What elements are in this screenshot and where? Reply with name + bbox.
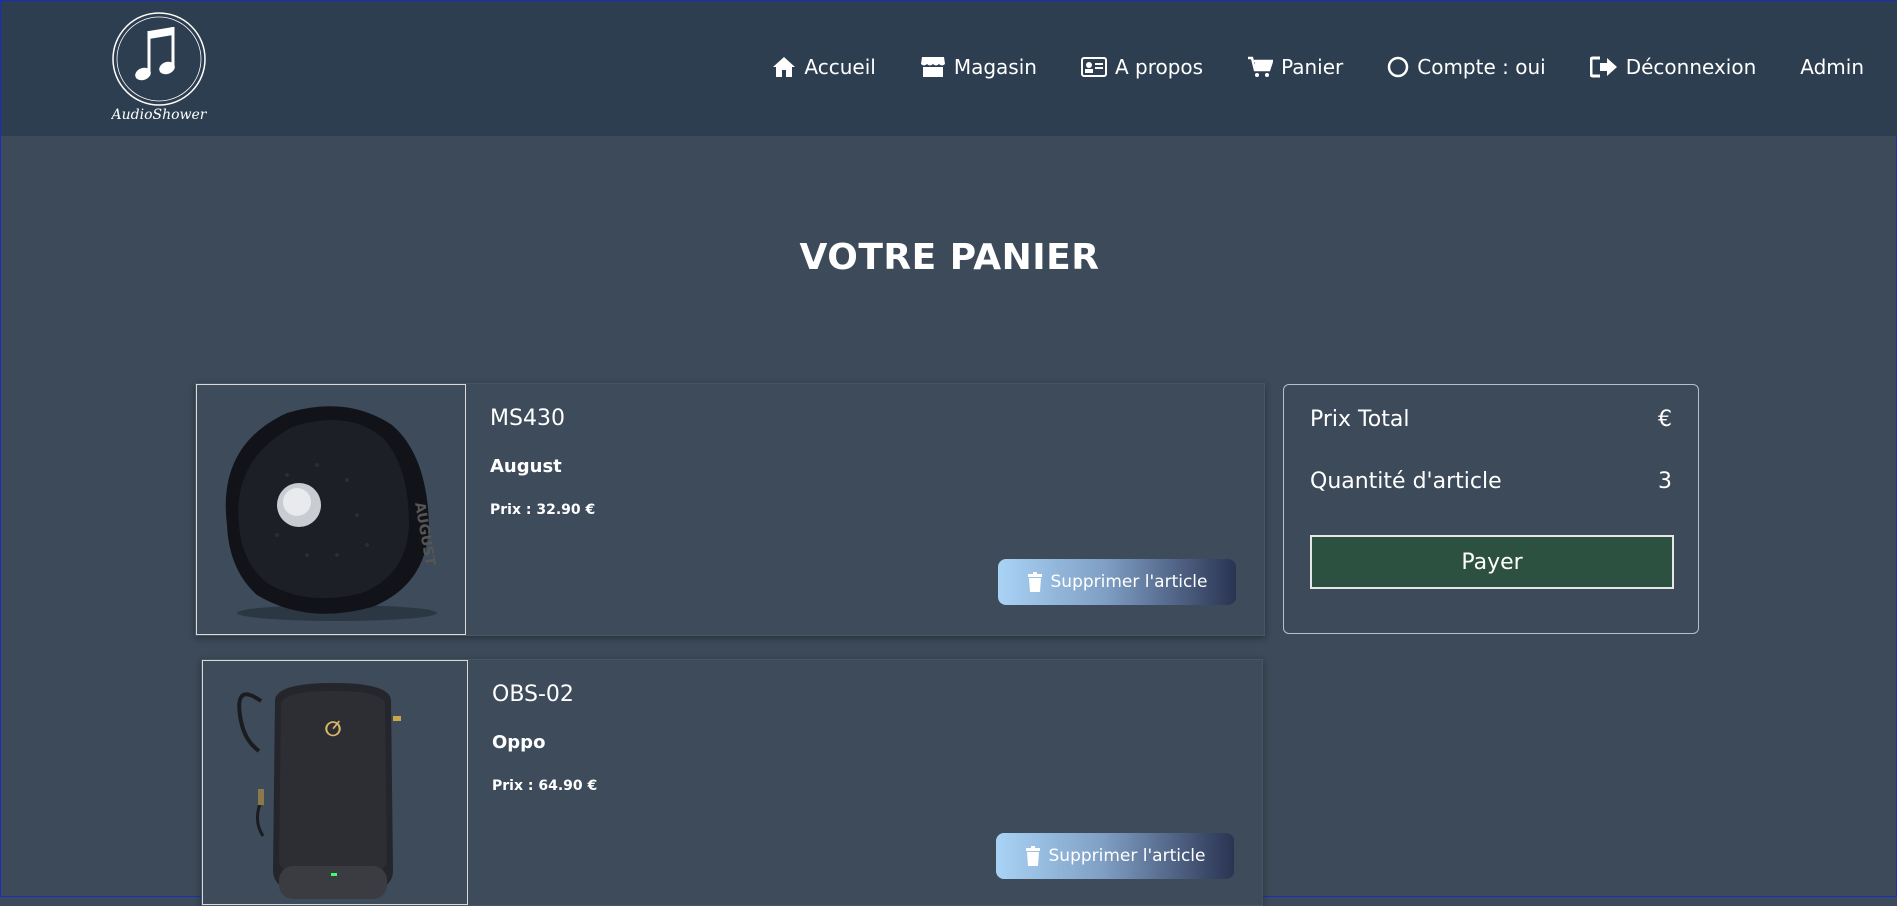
nav-account-label: Compte : oui xyxy=(1417,55,1546,79)
nav-about-label: A propos xyxy=(1114,55,1204,79)
delete-item-label: Supprimer l'article xyxy=(1048,846,1206,866)
nav-home-label: Accueil xyxy=(804,55,876,79)
home-icon xyxy=(773,57,796,77)
total-row: Prix Total € xyxy=(1310,407,1672,432)
cart-item: AUGUST MS430 August Prix : 32.90 € Suppr… xyxy=(195,383,1265,636)
circle-icon xyxy=(1388,56,1409,78)
nav-logout[interactable]: Déconnexion xyxy=(1589,55,1757,79)
nav-cart-label: Panier xyxy=(1281,55,1344,79)
total-label: Prix Total xyxy=(1310,407,1410,432)
nav-admin[interactable]: Admin xyxy=(1800,55,1864,79)
nav-home[interactable]: Accueil xyxy=(772,55,876,79)
nav-account[interactable]: Compte : oui xyxy=(1387,55,1546,79)
delete-item-button[interactable]: Supprimer l'article xyxy=(996,833,1234,879)
order-summary: Prix Total € Quantité d'article 3 Payer xyxy=(1283,384,1699,634)
quantity-row: Quantité d'article 3 xyxy=(1310,469,1672,494)
trash-icon xyxy=(1027,572,1042,592)
audioshower-logo[interactable]: AudioShower xyxy=(110,7,208,125)
svg-text:ⵚ: ⵚ xyxy=(324,717,342,741)
nav-admin-label: Admin xyxy=(1800,55,1864,79)
nav-shop-label: Magasin xyxy=(953,55,1037,79)
quantity-value: 3 xyxy=(1658,469,1672,494)
product-price: Prix : 32.90 € xyxy=(490,502,596,518)
total-value: € xyxy=(1658,407,1672,432)
delete-item-button[interactable]: Supprimer l'article xyxy=(998,559,1236,605)
brand-wordmark: AudioShower xyxy=(111,107,207,123)
page-title: VOTRE PANIER xyxy=(799,237,1100,278)
nav-cart[interactable]: Panier xyxy=(1247,55,1343,79)
product-image: ⵚ xyxy=(202,660,468,905)
delete-item-label: Supprimer l'article xyxy=(1050,572,1208,592)
trash-icon xyxy=(1025,846,1040,866)
nav-about[interactable]: A propos xyxy=(1080,55,1204,79)
main-nav: Accueil Magasin A propos Panier Compte :… xyxy=(728,55,1864,79)
product-image: AUGUST xyxy=(196,384,466,635)
pay-button[interactable]: Payer xyxy=(1310,535,1674,589)
product-brand: Oppo xyxy=(492,732,546,753)
product-brand: August xyxy=(490,456,562,477)
product-name: MS430 xyxy=(490,406,565,431)
store-icon xyxy=(920,57,945,77)
cart-icon xyxy=(1248,56,1274,77)
product-name: OBS-02 xyxy=(492,682,574,707)
site-header: AudioShower Accueil Magasin A propos Pan… xyxy=(1,1,1897,136)
quantity-label: Quantité d'article xyxy=(1310,469,1502,494)
product-price: Prix : 64.90 € xyxy=(492,778,598,794)
id-card-icon xyxy=(1080,57,1107,77)
cart-item: ⵚ OBS-02 Oppo Prix : 64.90 € Supprimer l… xyxy=(201,659,1263,906)
nav-shop[interactable]: Magasin xyxy=(920,55,1037,79)
sign-out-icon xyxy=(1589,56,1617,78)
nav-logout-label: Déconnexion xyxy=(1625,55,1757,79)
